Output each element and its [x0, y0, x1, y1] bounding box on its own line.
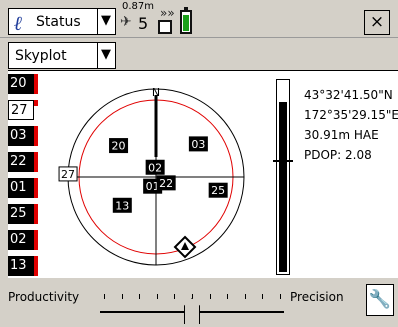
dropdown-separator: [97, 9, 98, 34]
chevron-down-icon[interactable]: ▼: [101, 47, 111, 62]
settings-button[interactable]: 🔧: [366, 284, 394, 316]
slider-tick: [262, 294, 263, 299]
battery-icon: [180, 7, 192, 34]
satellite-icon: ✈: [120, 14, 132, 30]
snr-bar: [34, 74, 38, 94]
status-icon: ℓ: [14, 11, 23, 35]
pdop-level-gauge: [273, 79, 293, 275]
skyplot-chart: N0320022701 222513: [58, 86, 245, 266]
precision-label: Precision: [290, 290, 344, 304]
satellite-row: 22: [8, 152, 34, 172]
north-label: N: [152, 86, 160, 99]
satellite-signal-list: 20 27 03 22 01 25 02 13: [8, 71, 44, 279]
latitude-value: 43°32'41.50"N: [304, 88, 393, 102]
slider-tick: [210, 294, 211, 299]
gps-status-indicators: 0.87m ✈ 5 »»: [120, 1, 240, 36]
skyplot-panel: 20 27 03 22 01 25 02 13 N 03 20 02 27 01 22 25 13 43°32…: [8, 70, 398, 278]
top-toolbar: ℓ Status ▼ 0.87m ✈ 5 »» ×: [0, 0, 398, 38]
satellite-count: 5: [138, 14, 149, 33]
pdop-value: PDOP: 2.08: [304, 148, 372, 162]
slider-tick: [139, 294, 140, 299]
satellite-row: 03: [8, 126, 34, 146]
snr-bar: [34, 204, 38, 224]
satellite-label: 13: [115, 199, 129, 212]
productivity-precision-slider[interactable]: [100, 288, 284, 324]
view-toolbar: Skyplot ▼: [0, 38, 398, 70]
snr-bar: [34, 256, 38, 276]
chevron-down-icon[interactable]: ▼: [101, 13, 111, 28]
slider-thumb[interactable]: [184, 298, 200, 324]
wrench-icon: 🔧: [368, 289, 392, 310]
gauge-fill: [279, 102, 287, 272]
satellite-label: 03: [191, 138, 205, 151]
satellite-row: 02: [8, 230, 34, 250]
dropdown-separator: [97, 43, 98, 68]
satellite-row: 25: [8, 204, 34, 224]
slider-tick: [122, 294, 123, 299]
snr-bar: [34, 100, 38, 106]
snr-bar: [34, 152, 38, 172]
satellite-row: 27: [8, 100, 34, 120]
satellite-label: 02: [148, 161, 162, 174]
slider-tick: [104, 294, 105, 299]
close-button[interactable]: ×: [364, 10, 390, 35]
snr-bar: [34, 178, 38, 198]
view-dropdown-label: Skyplot: [15, 48, 67, 64]
slider-tick: [280, 294, 281, 299]
radio-icon: »»: [160, 6, 175, 20]
gauge-threshold-mark: [273, 160, 293, 162]
slider-tick: [227, 294, 228, 299]
accuracy-value: 0.87m: [122, 1, 155, 12]
longitude-value: 172°35'29.15"E: [304, 108, 398, 122]
slider-tick: [245, 294, 246, 299]
snr-bar: [34, 126, 38, 146]
status-dropdown[interactable]: ℓ Status ▼: [8, 8, 116, 35]
productivity-label: Productivity: [8, 290, 80, 304]
receiver-icon: [158, 20, 172, 34]
satellite-label: 25: [211, 184, 225, 197]
slider-tick: [157, 294, 158, 299]
slider-tick: [174, 294, 175, 299]
satellite-label: 27: [61, 168, 75, 181]
satellite-row: 13: [8, 256, 34, 276]
position-readout: 43°32'41.50"N 172°35'29.15"E 30.91m HAE …: [304, 85, 398, 165]
satellite-label: 20: [112, 140, 126, 153]
satellite-row: 01: [8, 178, 34, 198]
view-dropdown[interactable]: Skyplot ▼: [8, 42, 116, 69]
snr-bar: [34, 230, 38, 250]
bottom-toolbar: Productivity Precision 🔧: [0, 278, 398, 327]
height-value: 30.91m HAE: [304, 128, 379, 142]
battery-level: [183, 15, 189, 31]
satellite-row: 20: [8, 74, 34, 94]
satellite-label: 22: [159, 177, 173, 190]
status-label: Status: [36, 14, 81, 30]
